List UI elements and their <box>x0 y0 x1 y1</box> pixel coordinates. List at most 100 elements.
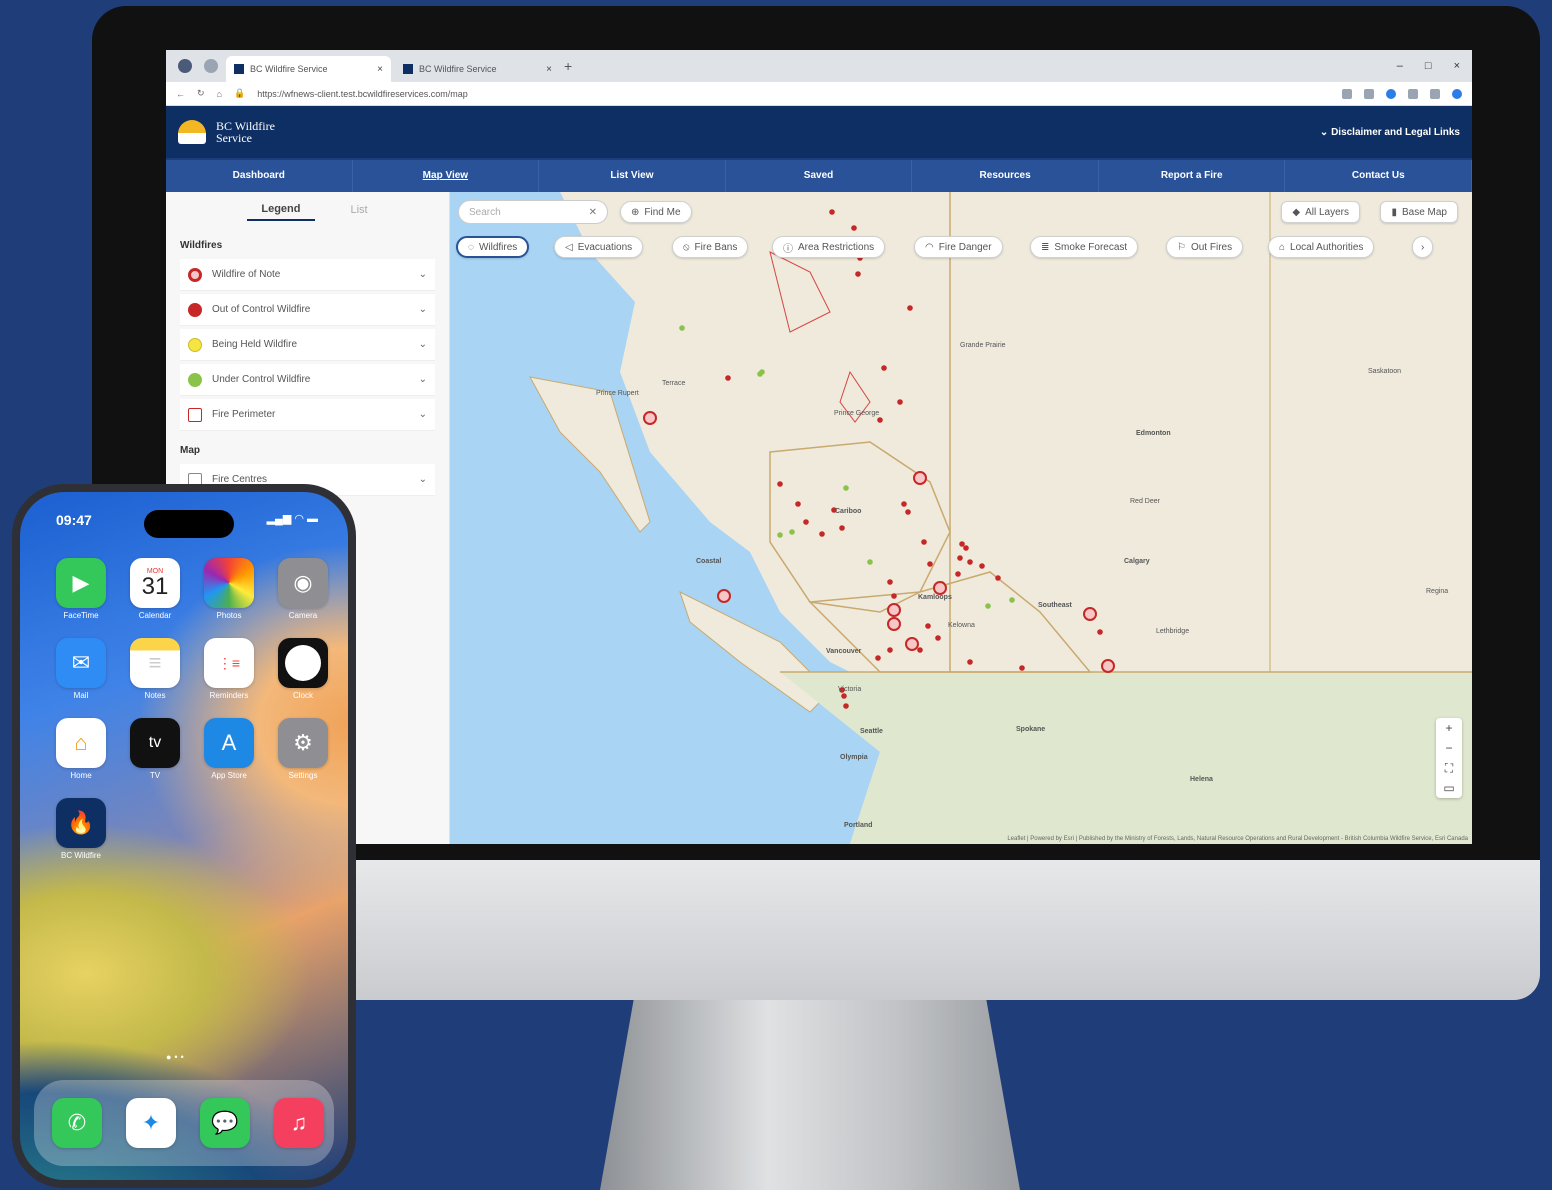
wildfire-of-note-marker[interactable] <box>905 637 919 651</box>
out-of-control-fire-marker[interactable] <box>907 305 913 311</box>
out-of-control-fire-marker[interactable] <box>917 647 923 653</box>
nav-resources[interactable]: Resources <box>912 160 1099 192</box>
collections-icon[interactable] <box>1408 88 1418 99</box>
out-of-control-fire-marker[interactable] <box>901 501 907 507</box>
nav-saved[interactable]: Saved <box>726 160 913 192</box>
back-icon[interactable]: ← <box>176 89 185 99</box>
chevron-down-icon[interactable]: ⌄ <box>419 474 427 485</box>
close-tab-icon[interactable]: × <box>377 64 383 75</box>
chevron-down-icon[interactable]: ⌄ <box>419 269 427 280</box>
app-tv[interactable]: tv TV <box>128 718 182 780</box>
chip-local-authorities[interactable]: ⌂ Local Authorities <box>1268 236 1375 258</box>
chevron-down-icon[interactable]: ⌄ <box>419 304 427 315</box>
chip-fire-danger[interactable]: ◠ Fire Danger <box>914 236 1003 258</box>
legend-item-being-held[interactable]: Being Held Wildfire ⌄ <box>180 329 435 361</box>
out-of-control-fire-marker[interactable] <box>887 647 893 653</box>
out-of-control-fire-marker[interactable] <box>725 375 731 381</box>
copilot-icon[interactable] <box>1452 88 1462 99</box>
out-of-control-fire-marker[interactable] <box>829 209 835 215</box>
out-of-control-fire-marker[interactable] <box>891 593 897 599</box>
workspaces-icon[interactable] <box>204 59 218 73</box>
legend-item-out-of-control[interactable]: Out of Control Wildfire ⌄ <box>180 294 435 326</box>
app-bc-wildfire[interactable]: 🔥 BC Wildfire <box>54 798 108 860</box>
app-reminders[interactable]: ⋮≡ Reminders <box>202 638 256 700</box>
find-me-button[interactable]: ⊕ Find Me <box>620 201 692 223</box>
measure-icon[interactable]: ▭ <box>1436 778 1462 798</box>
out-of-control-fire-marker[interactable] <box>831 507 837 513</box>
wildfire-of-note-marker[interactable] <box>887 603 901 617</box>
out-of-control-fire-marker[interactable] <box>875 655 881 661</box>
chips-scroll-right-button[interactable]: › <box>1412 236 1434 258</box>
app-settings[interactable]: ⚙ Settings <box>276 718 330 780</box>
out-of-control-fire-marker[interactable] <box>777 481 783 487</box>
chip-evacuations[interactable]: ◁ Evacuations <box>554 236 644 258</box>
out-of-control-fire-marker[interactable] <box>959 541 965 547</box>
bc-logo-icon[interactable] <box>178 120 206 144</box>
under-control-fire-marker[interactable] <box>985 603 991 609</box>
under-control-fire-marker[interactable] <box>759 369 765 375</box>
site-logo-text[interactable]: BC Wildfire Service <box>216 120 286 144</box>
under-control-fire-marker[interactable] <box>777 532 783 538</box>
favorite-star-icon[interactable] <box>1386 88 1396 99</box>
browser-tab[interactable]: BC Wildfire Service × <box>395 56 560 82</box>
out-of-control-fire-marker[interactable] <box>843 703 849 709</box>
legend-item-under-control[interactable]: Under Control Wildfire ⌄ <box>180 364 435 396</box>
nav-contact-us[interactable]: Contact Us <box>1285 160 1472 192</box>
out-of-control-fire-marker[interactable] <box>963 545 969 551</box>
fullscreen-icon[interactable]: ⛶ <box>1436 758 1462 778</box>
out-of-control-fire-marker[interactable] <box>957 555 963 561</box>
settings-menu-icon[interactable] <box>1430 88 1440 99</box>
wildfire-of-note-marker[interactable] <box>933 581 947 595</box>
tab-list[interactable]: List <box>351 204 368 220</box>
legend-item-wildfire-of-note[interactable]: Wildfire of Note ⌄ <box>180 259 435 291</box>
refresh-icon[interactable]: ↻ <box>197 88 205 99</box>
close-tab-icon[interactable]: × <box>546 64 552 75</box>
out-of-control-fire-marker[interactable] <box>935 635 941 641</box>
out-of-control-fire-marker[interactable] <box>877 417 883 423</box>
nav-dashboard[interactable]: Dashboard <box>166 160 353 192</box>
out-of-control-fire-marker[interactable] <box>839 525 845 531</box>
app-calendar[interactable]: MON 31 Calendar <box>128 558 182 620</box>
chip-area-restrictions[interactable]: ⓘ Area Restrictions <box>772 236 886 258</box>
profile-icon[interactable] <box>178 59 192 73</box>
maximize-icon[interactable]: □ <box>1425 60 1432 72</box>
clear-search-icon[interactable]: ✕ <box>589 207 597 218</box>
out-of-control-fire-marker[interactable] <box>925 623 931 629</box>
minimize-icon[interactable]: – <box>1397 60 1403 72</box>
out-of-control-fire-marker[interactable] <box>967 559 973 565</box>
nav-report-fire[interactable]: Report a Fire <box>1099 160 1286 192</box>
out-of-control-fire-marker[interactable] <box>927 561 933 567</box>
reader-icon[interactable] <box>1364 88 1374 99</box>
legend-item-fire-perimeter[interactable]: Fire Perimeter ⌄ <box>180 399 435 431</box>
chip-wildfires[interactable]: ◌ Wildfires <box>456 236 530 258</box>
wildfire-of-note-marker[interactable] <box>717 589 731 603</box>
out-of-control-fire-marker[interactable] <box>955 571 961 577</box>
app-clock[interactable]: Clock <box>276 638 330 700</box>
under-control-fire-marker[interactable] <box>789 529 795 535</box>
extension-icon[interactable] <box>1342 88 1352 99</box>
out-of-control-fire-marker[interactable] <box>803 519 809 525</box>
base-map-button[interactable]: ▮ Base Map <box>1380 201 1458 223</box>
search-input[interactable]: Search ✕ <box>458 200 608 224</box>
dock-safari[interactable]: ✦ <box>124 1098 178 1148</box>
close-window-icon[interactable]: × <box>1454 60 1460 72</box>
wildfire-of-note-marker[interactable] <box>913 471 927 485</box>
under-control-fire-marker[interactable] <box>867 559 873 565</box>
chip-out-fires[interactable]: ⚐ Out Fires <box>1166 236 1244 258</box>
all-layers-button[interactable]: ◆ All Layers <box>1281 201 1360 223</box>
wildfire-of-note-marker[interactable] <box>887 617 901 631</box>
out-of-control-fire-marker[interactable] <box>995 575 1001 581</box>
fire-markers-layer[interactable] <box>450 192 1472 844</box>
wildfire-of-note-marker[interactable] <box>1101 659 1115 673</box>
out-of-control-fire-marker[interactable] <box>1097 629 1103 635</box>
out-of-control-fire-marker[interactable] <box>855 271 861 277</box>
out-of-control-fire-marker[interactable] <box>839 687 845 693</box>
wildfire-map[interactable]: Search ✕ ⊕ Find Me ◆ All Layers ▮ Base Map … <box>450 192 1472 844</box>
new-tab-icon[interactable]: + <box>564 58 572 74</box>
out-of-control-fire-marker[interactable] <box>897 399 903 405</box>
tab-legend[interactable]: Legend <box>247 203 315 221</box>
dock-music[interactable]: ♫ <box>272 1098 326 1148</box>
chevron-down-icon[interactable]: ⌄ <box>419 374 427 385</box>
app-facetime[interactable]: ▶ FaceTime <box>54 558 108 620</box>
disclaimer-link[interactable]: ⌄ Disclaimer and Legal Links <box>1320 127 1460 138</box>
